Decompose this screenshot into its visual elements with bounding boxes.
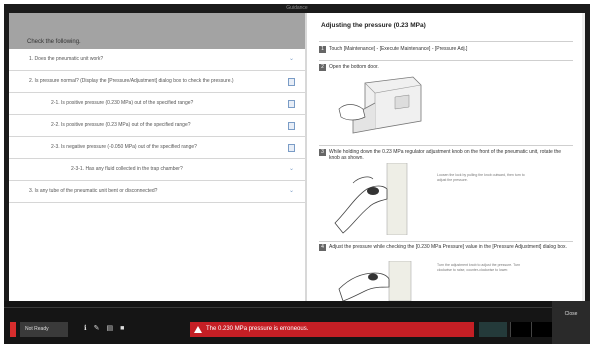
status-button[interactable] bbox=[479, 322, 507, 337]
checklist-item[interactable]: 2-3-1. Has any fluid collected in the tr… bbox=[9, 159, 305, 181]
procedure-step: 1 Touch [Maintenance] - [Execute Mainten… bbox=[319, 46, 569, 53]
divider bbox=[319, 241, 573, 242]
divider bbox=[319, 41, 573, 42]
step-number: 4 bbox=[319, 244, 326, 251]
chevron-down-icon[interactable]: ⌄ bbox=[288, 166, 295, 173]
document-icon[interactable] bbox=[288, 78, 295, 86]
checklist-item-label: 1. Does the pneumatic unit work? bbox=[29, 56, 104, 62]
checklist-header: Check the following. bbox=[9, 13, 305, 49]
alert-text: The 0.230 MPa pressure is erroneous. bbox=[206, 326, 309, 332]
error-alert[interactable]: The 0.230 MPa pressure is erroneous. bbox=[190, 322, 474, 337]
divider bbox=[319, 60, 573, 61]
step-note: Turn the adjustment knob to adjust the p… bbox=[437, 263, 521, 272]
step-number: 2 bbox=[319, 64, 326, 71]
knob-illustration bbox=[329, 162, 421, 236]
checklist-item-label: 2-2. Is positive pressure (0.23 MPa) out… bbox=[51, 122, 191, 128]
chevron-down-icon[interactable]: ⌄ bbox=[288, 56, 295, 63]
document-icon[interactable] bbox=[288, 100, 295, 108]
checklist-item[interactable]: 2. Is pressure normal? (Display the [Pre… bbox=[9, 71, 305, 93]
checklist-item[interactable]: 3. Is any tube of the pneumatic unit ben… bbox=[9, 181, 305, 203]
bottom-toolbar: Not Ready ℹ ✎ ▤ ■ The 0.230 MPa pressure… bbox=[4, 319, 590, 340]
status-pane[interactable] bbox=[531, 322, 552, 337]
guidance-content: Check the following. 1. Does the pneumat… bbox=[9, 13, 585, 301]
step-number: 3 bbox=[319, 149, 326, 156]
procedure-title: Adjusting the pressure (0.23 MPa) bbox=[321, 22, 426, 29]
checklist-item[interactable]: 2-1. Is positive pressure (0.230 MPa) ou… bbox=[9, 93, 305, 115]
checklist-item-label: 2. Is pressure normal? (Display the [Pre… bbox=[29, 78, 234, 84]
step-text: Open the bottom door. bbox=[329, 64, 379, 70]
stop-icon[interactable]: ■ bbox=[120, 324, 124, 334]
document-icon[interactable] bbox=[288, 122, 295, 130]
checklist-item-label: 3. Is any tube of the pneumatic unit ben… bbox=[29, 188, 158, 194]
checklist-item-label: 2-3. Is negative pressure (-0.050 MPa) o… bbox=[51, 144, 197, 150]
procedure-step: 4 Adjust the pressure while checking the… bbox=[319, 244, 569, 251]
chevron-down-icon[interactable]: ⌄ bbox=[288, 188, 295, 195]
procedure-scrollbar[interactable] bbox=[582, 13, 585, 301]
checklist-item[interactable]: 2-2. Is positive pressure (0.23 MPa) out… bbox=[9, 115, 305, 137]
document-icon[interactable] bbox=[288, 144, 295, 152]
checklist-item-label: 2-1. Is positive pressure (0.230 MPa) ou… bbox=[51, 100, 194, 106]
step-text: Touch [Maintenance] - [Execute Maintenan… bbox=[329, 46, 468, 52]
status-pane[interactable] bbox=[510, 322, 531, 337]
window-title: Guidance bbox=[4, 4, 590, 13]
close-button[interactable]: Close bbox=[552, 301, 590, 344]
warning-icon bbox=[194, 326, 202, 333]
divider bbox=[4, 307, 590, 308]
step-number: 1 bbox=[319, 46, 326, 53]
adjust-illustration bbox=[335, 260, 421, 301]
procedure-step: 3 While holding down the 0.23 MPa regula… bbox=[319, 149, 569, 161]
procedure-panel: Adjusting the pressure (0.23 MPa) 1 Touc… bbox=[307, 13, 585, 301]
step-note: Loosen the lock by pulling the knob outw… bbox=[437, 173, 525, 182]
checklist-item[interactable]: 2-3. Is negative pressure (-0.050 MPa) o… bbox=[9, 137, 305, 159]
divider bbox=[319, 145, 573, 146]
checklist-item-label: 2-3-1. Has any fluid collected in the tr… bbox=[71, 166, 183, 172]
procedure-step: 2 Open the bottom door. bbox=[319, 64, 569, 71]
info-icon[interactable]: ℹ bbox=[84, 324, 87, 334]
mode-selector[interactable]: Not Ready bbox=[20, 322, 68, 337]
toolbar-icons: ℹ ✎ ▤ ■ bbox=[84, 324, 124, 334]
edit-icon[interactable]: ✎ bbox=[94, 324, 100, 334]
app-window: Guidance Check the following. 1. Does th… bbox=[4, 4, 590, 344]
status-bar: Page 1 / 1 Not Ready ℹ ✎ ▤ ■ The 0.230 M… bbox=[4, 301, 590, 344]
checklist-item[interactable]: 1. Does the pneumatic unit work? ⌄ bbox=[9, 49, 305, 71]
checklist-rows: 1. Does the pneumatic unit work? ⌄ 2. Is… bbox=[9, 49, 305, 203]
step-text: Adjust the pressure while checking the [… bbox=[329, 244, 567, 250]
status-indicator bbox=[10, 322, 16, 337]
step-text: While holding down the 0.23 MPa regulato… bbox=[329, 149, 562, 161]
print-icon[interactable]: ▤ bbox=[107, 324, 114, 334]
checklist-panel: Check the following. 1. Does the pneumat… bbox=[9, 13, 305, 301]
door-illustration bbox=[335, 73, 425, 139]
